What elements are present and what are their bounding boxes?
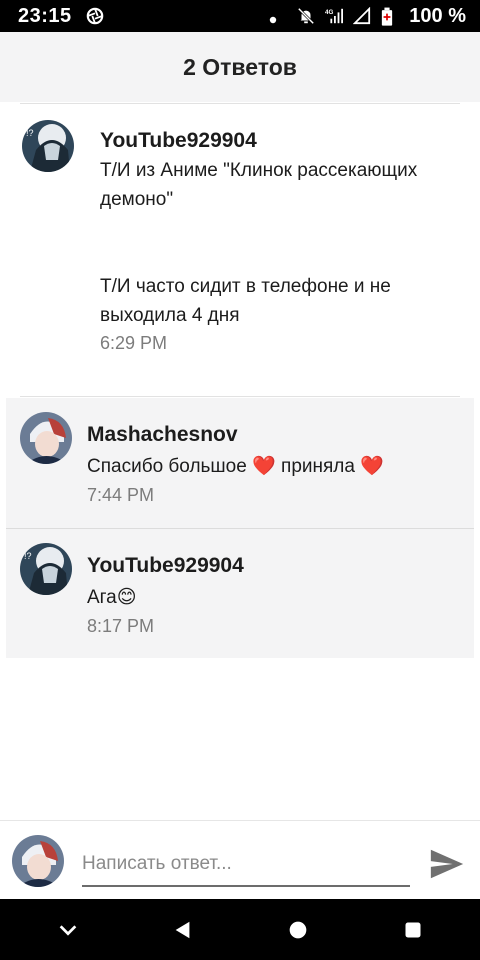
home-circle-icon <box>289 921 306 938</box>
current-user-avatar[interactable] <box>12 835 64 887</box>
reply-text: Спасибо большое ❤️ приняла ❤️ <box>87 456 384 477</box>
back-button[interactable] <box>153 900 213 960</box>
reply-timestamp: 8:17 PM <box>87 616 155 636</box>
page-title: 2 Ответов <box>183 53 297 80</box>
reply-author[interactable]: Mashachesnov <box>87 422 467 448</box>
status-time: 23:15 <box>18 4 72 27</box>
status-bar: 23:15 4G 100 % <box>0 0 480 32</box>
header-divider <box>20 103 460 104</box>
avatar[interactable]: !? <box>20 543 72 595</box>
reply-author[interactable]: YouTube929904 <box>87 553 467 579</box>
collapse-button[interactable] <box>38 900 98 960</box>
comment-text: Т/И из Аниме "Клинок рассекающих демоно"… <box>100 160 418 326</box>
avatar[interactable]: !? <box>22 120 74 172</box>
svg-text:!?: !? <box>26 128 34 138</box>
back-triangle-icon <box>175 921 189 938</box>
recents-button[interactable] <box>383 900 443 960</box>
battery-level: 100 % <box>409 4 466 27</box>
reply-composer <box>0 820 480 899</box>
bell-off-icon <box>297 7 315 25</box>
reply-timestamp: 7:44 PM <box>87 485 155 505</box>
home-button[interactable] <box>268 900 328 960</box>
signal-icon <box>352 6 371 25</box>
aperture-icon <box>86 7 104 25</box>
avatar[interactable] <box>20 412 72 464</box>
chevron-down-icon <box>59 924 76 936</box>
comment-timestamp: 6:29 PM <box>100 333 168 353</box>
reply-divider <box>6 528 474 529</box>
main-comment: !? YouTube929904 Т/И из Аниме "Клинок ра… <box>22 120 470 356</box>
dot-icon <box>269 7 287 25</box>
signal-4g-icon: 4G <box>325 7 344 25</box>
svg-text:!?: !? <box>24 551 32 561</box>
comment-divider <box>20 396 460 397</box>
send-button[interactable] <box>426 843 468 885</box>
comment-author[interactable]: YouTube929904 <box>100 128 470 154</box>
system-nav-bar <box>0 899 480 960</box>
battery-icon <box>381 7 399 26</box>
recents-square-icon <box>405 922 420 937</box>
reply-input[interactable] <box>82 843 410 887</box>
reply-item: !? YouTube929904 Ага😊 8:17 PM <box>20 543 467 639</box>
reply-text: Ага😊 <box>87 587 137 608</box>
replies-header: 2 Ответов <box>0 32 480 102</box>
network-label: 4G <box>325 9 334 16</box>
reply-item: Mashachesnov Спасибо большое ❤️ приняла … <box>20 412 467 508</box>
send-icon <box>430 849 464 879</box>
